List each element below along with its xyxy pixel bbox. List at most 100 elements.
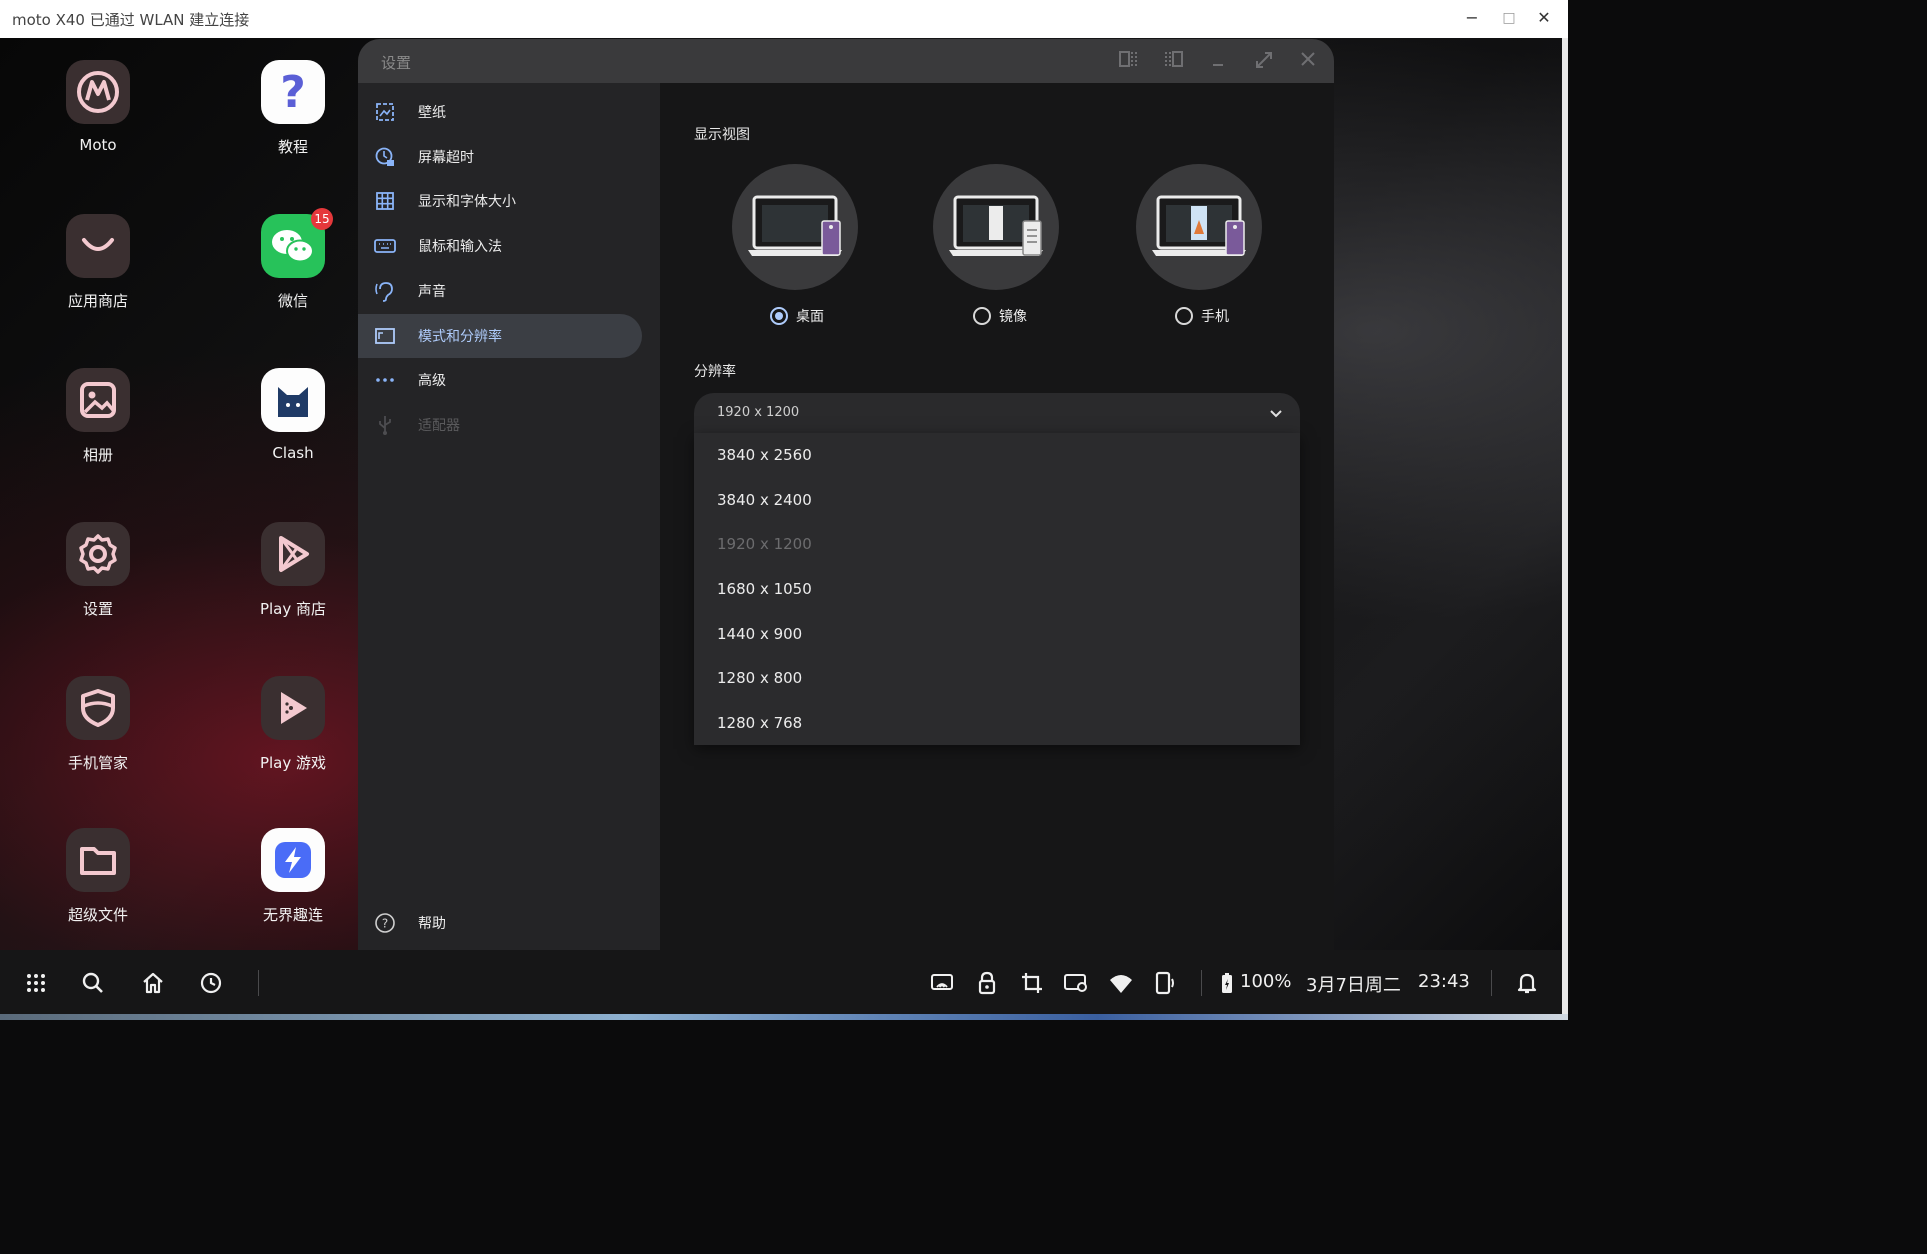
maximize-button[interactable]: □ <box>1495 6 1523 30</box>
nav-label: 声音 <box>418 284 446 300</box>
app-label: Play 商店 <box>259 600 327 618</box>
view-phone-illustration[interactable] <box>1136 164 1262 290</box>
taskbar-divider <box>258 970 259 996</box>
app-phone-manager[interactable]: 手机管家 <box>28 676 168 773</box>
wifi-icon[interactable] <box>1108 970 1134 996</box>
minimize-icon[interactable] <box>1206 50 1230 72</box>
settings-sidebar: 壁纸 屏幕超时 显示和字体大小 鼠标和输入法 声音 模式和分辨率 高级 适配器 … <box>358 83 660 951</box>
host-taskbar-strip <box>0 1014 1568 1020</box>
host-window-edge <box>1562 38 1568 1020</box>
crop-icon[interactable] <box>1019 970 1045 996</box>
question-mark-icon: ? <box>261 60 325 124</box>
close-icon[interactable] <box>1296 50 1320 72</box>
nav-label: 鼠标和输入法 <box>418 239 502 255</box>
taskbar-divider <box>1491 970 1492 996</box>
app-label: Moto <box>79 136 117 154</box>
display-mode-icon <box>372 327 398 345</box>
app-gallery[interactable]: 相册 <box>28 368 168 465</box>
radio-mirror[interactable] <box>973 307 991 325</box>
folder-icon <box>66 828 130 892</box>
settings-window: 设置 壁纸 屏幕超时 显示和字体大小 鼠标和输入法 声音 模式和分辨率 高级 适… <box>358 39 1334 951</box>
app-label: Play 游戏 <box>259 754 327 772</box>
taskbar: 100% 3月7日周二 23:43 <box>0 950 1562 1014</box>
nav-item-advanced[interactable]: 高级 <box>358 358 642 402</box>
resolution-option: 1920 x 1200 <box>717 535 812 553</box>
split-left-icon[interactable] <box>1116 50 1140 72</box>
radio-phone[interactable] <box>1175 307 1193 325</box>
photo-icon <box>66 368 130 432</box>
gear-icon <box>66 522 130 586</box>
nav-label: 屏幕超时 <box>418 150 474 166</box>
lock-icon[interactable] <box>974 970 1000 996</box>
app-label: Clash <box>272 444 314 462</box>
app-play-games[interactable]: Play 游戏 <box>223 676 363 773</box>
phone-vibrate-icon[interactable] <box>1152 970 1178 996</box>
radio-desktop[interactable] <box>770 307 788 325</box>
close-button[interactable]: ✕ <box>1530 6 1558 30</box>
nav-item-screen-timeout[interactable]: 屏幕超时 <box>358 135 642 179</box>
keyboard-icon <box>372 238 398 254</box>
help-icon: ? <box>372 912 398 934</box>
view-option-label: 镜像 <box>999 309 1027 325</box>
view-mirror-illustration[interactable] <box>933 164 1059 290</box>
screen-settings-icon[interactable] <box>1063 970 1089 996</box>
smile-bag-icon <box>66 214 130 278</box>
notification-bell-icon[interactable] <box>1514 970 1540 996</box>
app-moto[interactable]: Moto <box>28 60 168 154</box>
expand-icon[interactable] <box>1252 50 1276 72</box>
view-option-desktop[interactable]: 桌面 <box>770 306 824 326</box>
nav-item-mode-resolution[interactable]: 模式和分辨率 <box>358 314 642 358</box>
help-label: 帮助 <box>418 916 446 932</box>
app-clash[interactable]: Clash <box>223 368 363 462</box>
view-option-label: 桌面 <box>796 309 824 325</box>
nav-label: 适配器 <box>418 418 460 434</box>
app-wechat[interactable]: 15 微信 <box>223 208 363 311</box>
grid-icon <box>372 191 398 211</box>
play-store-icon <box>261 522 325 586</box>
wallpaper-icon <box>372 102 398 122</box>
minimize-button[interactable]: − <box>1458 6 1486 30</box>
wechat-icon: 15 <box>261 208 333 278</box>
app-tutorial[interactable]: ? 教程 <box>223 60 363 157</box>
host-title-bar: moto X40 已通过 WLAN 建立连接 − □ ✕ <box>0 0 1568 39</box>
resolution-option[interactable]: 1680 x 1050 <box>717 580 812 598</box>
host-window-title: moto X40 已通过 WLAN 建立连接 <box>12 11 250 29</box>
device-screen: Moto 应用商店 相册 设置 手机管家 超级文件 ? 教程 15 微信 Cla… <box>0 38 1562 1014</box>
nav-item-mouse-input[interactable]: 鼠标和输入法 <box>358 224 642 268</box>
nav-label: 模式和分辨率 <box>418 329 502 345</box>
view-option-phone[interactable]: 手机 <box>1175 306 1229 326</box>
view-desktop-illustration[interactable] <box>732 164 858 290</box>
app-label: 微信 <box>277 292 308 310</box>
resolution-select[interactable]: 1920 x 1200 <box>694 393 1300 433</box>
app-drawer-icon[interactable] <box>23 970 49 996</box>
view-option-mirror[interactable]: 镜像 <box>973 306 1027 326</box>
search-icon[interactable] <box>80 970 106 996</box>
shield-icon <box>66 676 130 740</box>
app-play-store[interactable]: Play 商店 <box>223 522 363 619</box>
resolution-option[interactable]: 3840 x 2560 <box>717 446 812 464</box>
app-label: 相册 <box>82 446 113 464</box>
screen-timeout-icon <box>372 146 398 168</box>
home-icon[interactable] <box>140 970 166 996</box>
play-games-icon <box>261 676 325 740</box>
recent-apps-clock-icon[interactable] <box>198 970 224 996</box>
resolution-option[interactable]: 1280 x 768 <box>717 714 802 732</box>
svg-text:?: ? <box>382 917 388 931</box>
nav-item-display-font[interactable]: 显示和字体大小 <box>358 179 642 223</box>
app-settings[interactable]: 设置 <box>28 522 168 619</box>
settings-title: 设置 <box>381 54 412 72</box>
cast-icon[interactable] <box>929 970 955 996</box>
resolution-option[interactable]: 3840 x 2400 <box>717 491 812 509</box>
nav-item-help[interactable]: ? 帮助 <box>358 901 642 945</box>
nav-label: 显示和字体大小 <box>418 194 516 210</box>
nav-label: 高级 <box>418 373 446 389</box>
app-store[interactable]: 应用商店 <box>28 214 168 311</box>
battery-icon <box>1219 970 1235 996</box>
split-right-icon[interactable] <box>1162 50 1186 72</box>
nav-item-sound[interactable]: 声音 <box>358 269 642 313</box>
nav-item-wallpaper[interactable]: 壁纸 <box>358 90 642 134</box>
app-super-files[interactable]: 超级文件 <box>28 828 168 925</box>
resolution-option[interactable]: 1440 x 900 <box>717 625 802 643</box>
app-wujie[interactable]: 无界趣连 <box>223 828 363 925</box>
resolution-option[interactable]: 1280 x 800 <box>717 669 802 687</box>
